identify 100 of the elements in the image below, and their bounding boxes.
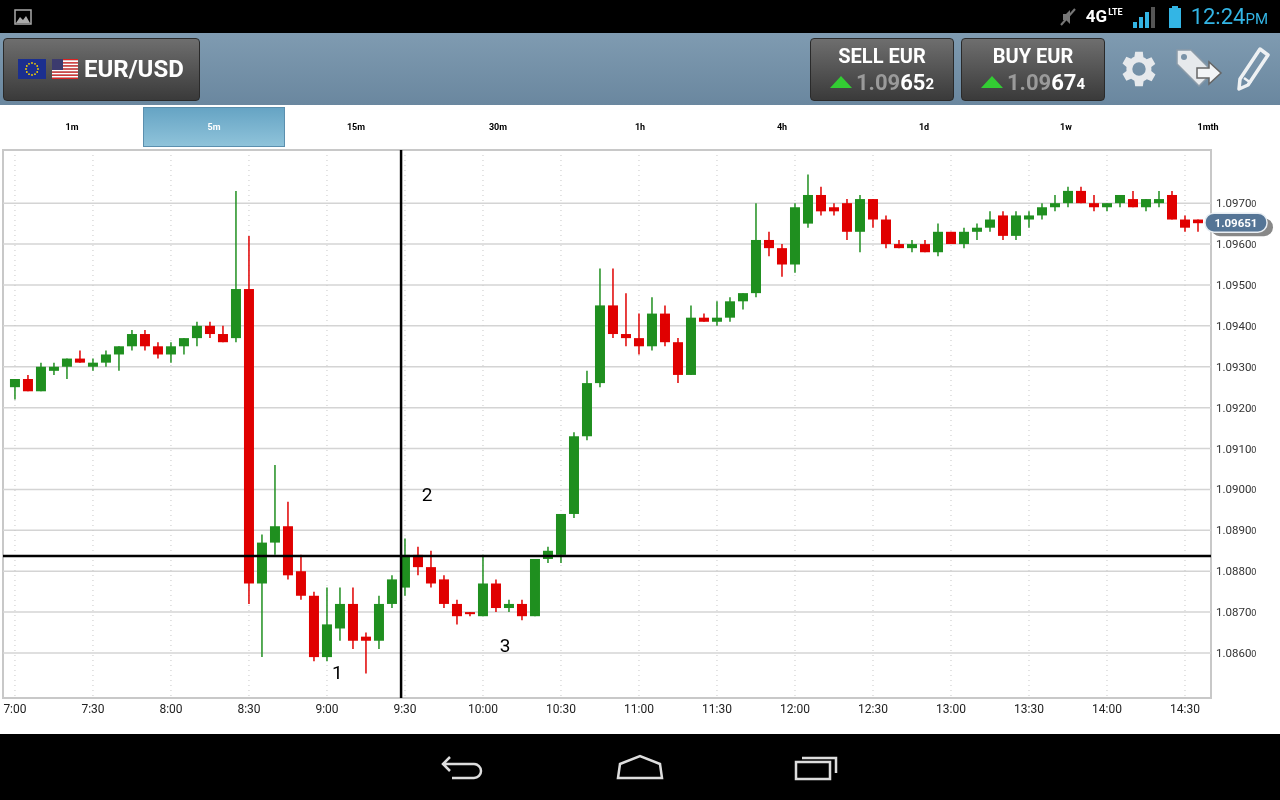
falling-candlestick <box>894 239 904 249</box>
rising-candlestick <box>126 329 137 352</box>
rising-candlestick <box>1154 190 1164 208</box>
battery-icon <box>1168 5 1181 28</box>
rising-candlestick <box>1011 210 1021 241</box>
falling-candlestick <box>621 292 631 348</box>
falling-candlestick <box>946 231 956 245</box>
rising-candlestick <box>1102 202 1112 213</box>
eu-flag-icon <box>18 59 46 79</box>
falling-candlestick <box>425 550 436 589</box>
falling-candlestick <box>699 312 709 323</box>
axis-label: 1.09000 <box>1216 482 1257 497</box>
falling-candlestick <box>204 321 215 339</box>
axis-label: 9:30 <box>393 702 417 716</box>
falling-candlestick <box>360 631 371 675</box>
falling-candlestick <box>660 304 670 348</box>
rising-candlestick <box>543 545 553 564</box>
up-triangle-icon <box>829 76 852 88</box>
axis-label: 1.09100 <box>1216 441 1257 456</box>
rising-candlestick <box>582 370 592 442</box>
network-type: 4G <box>1085 8 1108 25</box>
axis-label: 12:30 <box>858 702 888 716</box>
falling-candlestick <box>1180 214 1190 233</box>
falling-candlestick <box>491 578 501 613</box>
axis-label: 13:30 <box>1014 702 1044 716</box>
quote-button[interactable]: BUY EUR 1.09674 <box>961 37 1105 101</box>
axis-label: 8:30 <box>237 702 261 716</box>
up-triangle-icon <box>980 76 1003 88</box>
rising-candlestick <box>504 599 514 613</box>
rising-candlestick <box>165 341 176 364</box>
falling-candlestick <box>412 545 423 577</box>
rising-candlestick <box>959 226 969 249</box>
falling-candlestick <box>295 554 306 601</box>
falling-candlestick <box>517 599 527 622</box>
falling-candlestick <box>829 202 839 217</box>
falling-candlestick <box>1167 190 1177 221</box>
axis-label: 7:00 <box>3 702 27 716</box>
rising-candlestick <box>686 304 696 376</box>
rising-candlestick <box>647 296 657 352</box>
falling-candlestick <box>673 337 683 384</box>
rising-candlestick <box>1063 186 1073 208</box>
falling-candlestick <box>217 325 228 343</box>
quote-price: 1.09652 <box>855 69 935 95</box>
falling-candlestick <box>764 231 774 258</box>
rising-candlestick <box>1050 194 1060 213</box>
falling-candlestick <box>74 349 85 364</box>
falling-candlestick <box>1089 194 1099 213</box>
rising-candlestick <box>87 357 98 372</box>
axis-label: 9:00 <box>315 702 339 716</box>
rising-candlestick <box>972 222 982 241</box>
falling-candlestick <box>308 590 319 662</box>
quote-label: SELL EUR <box>838 43 926 68</box>
axis-label: 7:30 <box>81 702 105 716</box>
falling-candlestick <box>920 239 930 253</box>
rising-candlestick <box>178 337 189 356</box>
chart-annotation: 1 <box>332 660 343 684</box>
current-price-label: 1.09651 <box>1214 216 1258 231</box>
rising-candlestick <box>386 574 397 609</box>
pencil-icon[interactable] <box>1236 46 1270 92</box>
axis-label: 1.08700 <box>1216 605 1257 620</box>
rising-candlestick <box>478 554 488 617</box>
axis-label: 10:00 <box>468 702 498 716</box>
rising-candlestick <box>35 361 46 393</box>
quote-price: 1.09674 <box>1006 69 1086 95</box>
falling-candlestick <box>452 599 462 626</box>
currency-pair-button[interactable]: EUR/USD <box>3 37 200 101</box>
falling-candlestick <box>816 186 826 217</box>
falling-candlestick <box>139 329 150 352</box>
rising-candlestick <box>933 222 943 258</box>
rising-candlestick <box>712 300 722 327</box>
rising-candlestick <box>725 296 735 323</box>
axis-label: 14:00 <box>1092 702 1122 716</box>
rising-candlestick <box>803 173 813 229</box>
clock-time: 12:24 <box>1190 5 1246 28</box>
axis-label: 1.08600 <box>1216 646 1257 660</box>
clock-meridiem: PM <box>1245 11 1268 27</box>
falling-candlestick <box>998 210 1008 241</box>
axis-label: 1.09400 <box>1216 318 1257 333</box>
chart-annotation: 3 <box>499 633 511 657</box>
quote-button[interactable]: SELL EUR 1.09652 <box>810 37 954 101</box>
rising-candlestick <box>738 292 748 311</box>
falling-candlestick <box>1128 190 1138 208</box>
rising-candlestick <box>100 349 111 368</box>
rising-candlestick <box>373 595 384 650</box>
chart-annotation: 2 <box>421 483 433 506</box>
rising-candlestick <box>556 513 566 564</box>
axis-label: 13:00 <box>936 702 966 716</box>
axis-label: 1.09600 <box>1216 237 1257 252</box>
axis-label: 11:30 <box>702 702 732 716</box>
falling-candlestick <box>1193 218 1203 233</box>
falling-candlestick <box>465 611 475 617</box>
rising-candlestick <box>399 537 410 597</box>
rising-candlestick <box>530 558 540 617</box>
axis-label: 1.09300 <box>1216 359 1257 374</box>
rising-candlestick <box>1024 210 1034 229</box>
falling-candlestick <box>777 243 787 278</box>
home-icon[interactable] <box>616 754 664 780</box>
picture-icon <box>14 8 32 25</box>
rising-candlestick <box>61 357 72 380</box>
axis-label: 1.09200 <box>1216 400 1257 415</box>
